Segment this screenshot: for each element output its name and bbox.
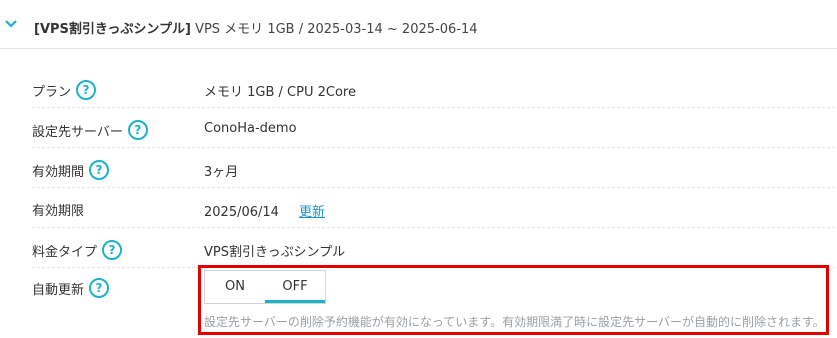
plan-label: プラン? [32, 80, 97, 100]
expiry-value-wrap: 2025/06/14 更新 [204, 201, 325, 220]
plan-value: メモリ 1GB / CPU 2Core [204, 85, 356, 100]
server-label-text: 設定先サーバー [32, 124, 123, 140]
chevron-down-icon[interactable] [4, 18, 18, 30]
period-label: 有効期間? [32, 160, 110, 180]
row-period: 有効期間? 3ヶ月 [32, 148, 835, 188]
server-label: 設定先サーバー? [32, 120, 148, 140]
auto-renew-label: 自動更新? [32, 278, 110, 298]
row-price-type: 料金タイプ? VPS割引きっぷシンプル [32, 228, 835, 268]
plan-label-text: プラン [32, 84, 72, 100]
row-plan: プラン? メモリ 1GB / CPU 2Core [32, 68, 835, 108]
toggle-off-button[interactable]: OFF [265, 271, 325, 303]
help-icon[interactable]: ? [76, 80, 97, 100]
help-icon[interactable]: ? [102, 240, 123, 260]
contract-title-plan: [VPS割引きっぷシンプル] [34, 22, 191, 37]
contract-header[interactable]: [VPS割引きっぷシンプル] VPS メモリ 1GB / 2025-03-14 … [0, 0, 837, 49]
contract-title: [VPS割引きっぷシンプル] VPS メモリ 1GB / 2025-03-14 … [34, 18, 477, 37]
help-icon[interactable]: ? [127, 120, 148, 140]
server-value: ConoHa-demo [204, 121, 297, 136]
auto-renew-note: 設定先サーバーの削除予約機能が有効になっています。有効期限満了時に設定先サーバー… [204, 315, 825, 329]
toggle-on-button[interactable]: ON [205, 271, 265, 303]
expiry-value: 2025/06/14 [204, 205, 279, 220]
help-icon[interactable]: ? [89, 160, 110, 180]
period-label-text: 有効期間 [32, 164, 85, 180]
renew-link[interactable]: 更新 [299, 205, 325, 220]
expiry-label: 有効期限 [32, 204, 85, 219]
row-expiry: 有効期限 2025/06/14 更新 [32, 188, 835, 228]
row-server: 設定先サーバー? ConoHa-demo [32, 108, 835, 148]
help-icon[interactable]: ? [89, 278, 110, 298]
auto-renew-toggle[interactable]: ON OFF [204, 270, 326, 304]
price-type-label: 料金タイプ? [32, 240, 123, 260]
contract-title-detail: VPS メモリ 1GB / 2025-03-14 ~ 2025-06-14 [190, 22, 478, 37]
period-value: 3ヶ月 [204, 165, 239, 180]
price-type-value: VPS割引きっぷシンプル [204, 245, 346, 260]
price-type-label-text: 料金タイプ [32, 244, 98, 260]
auto-renew-label-text: 自動更新 [32, 282, 85, 298]
